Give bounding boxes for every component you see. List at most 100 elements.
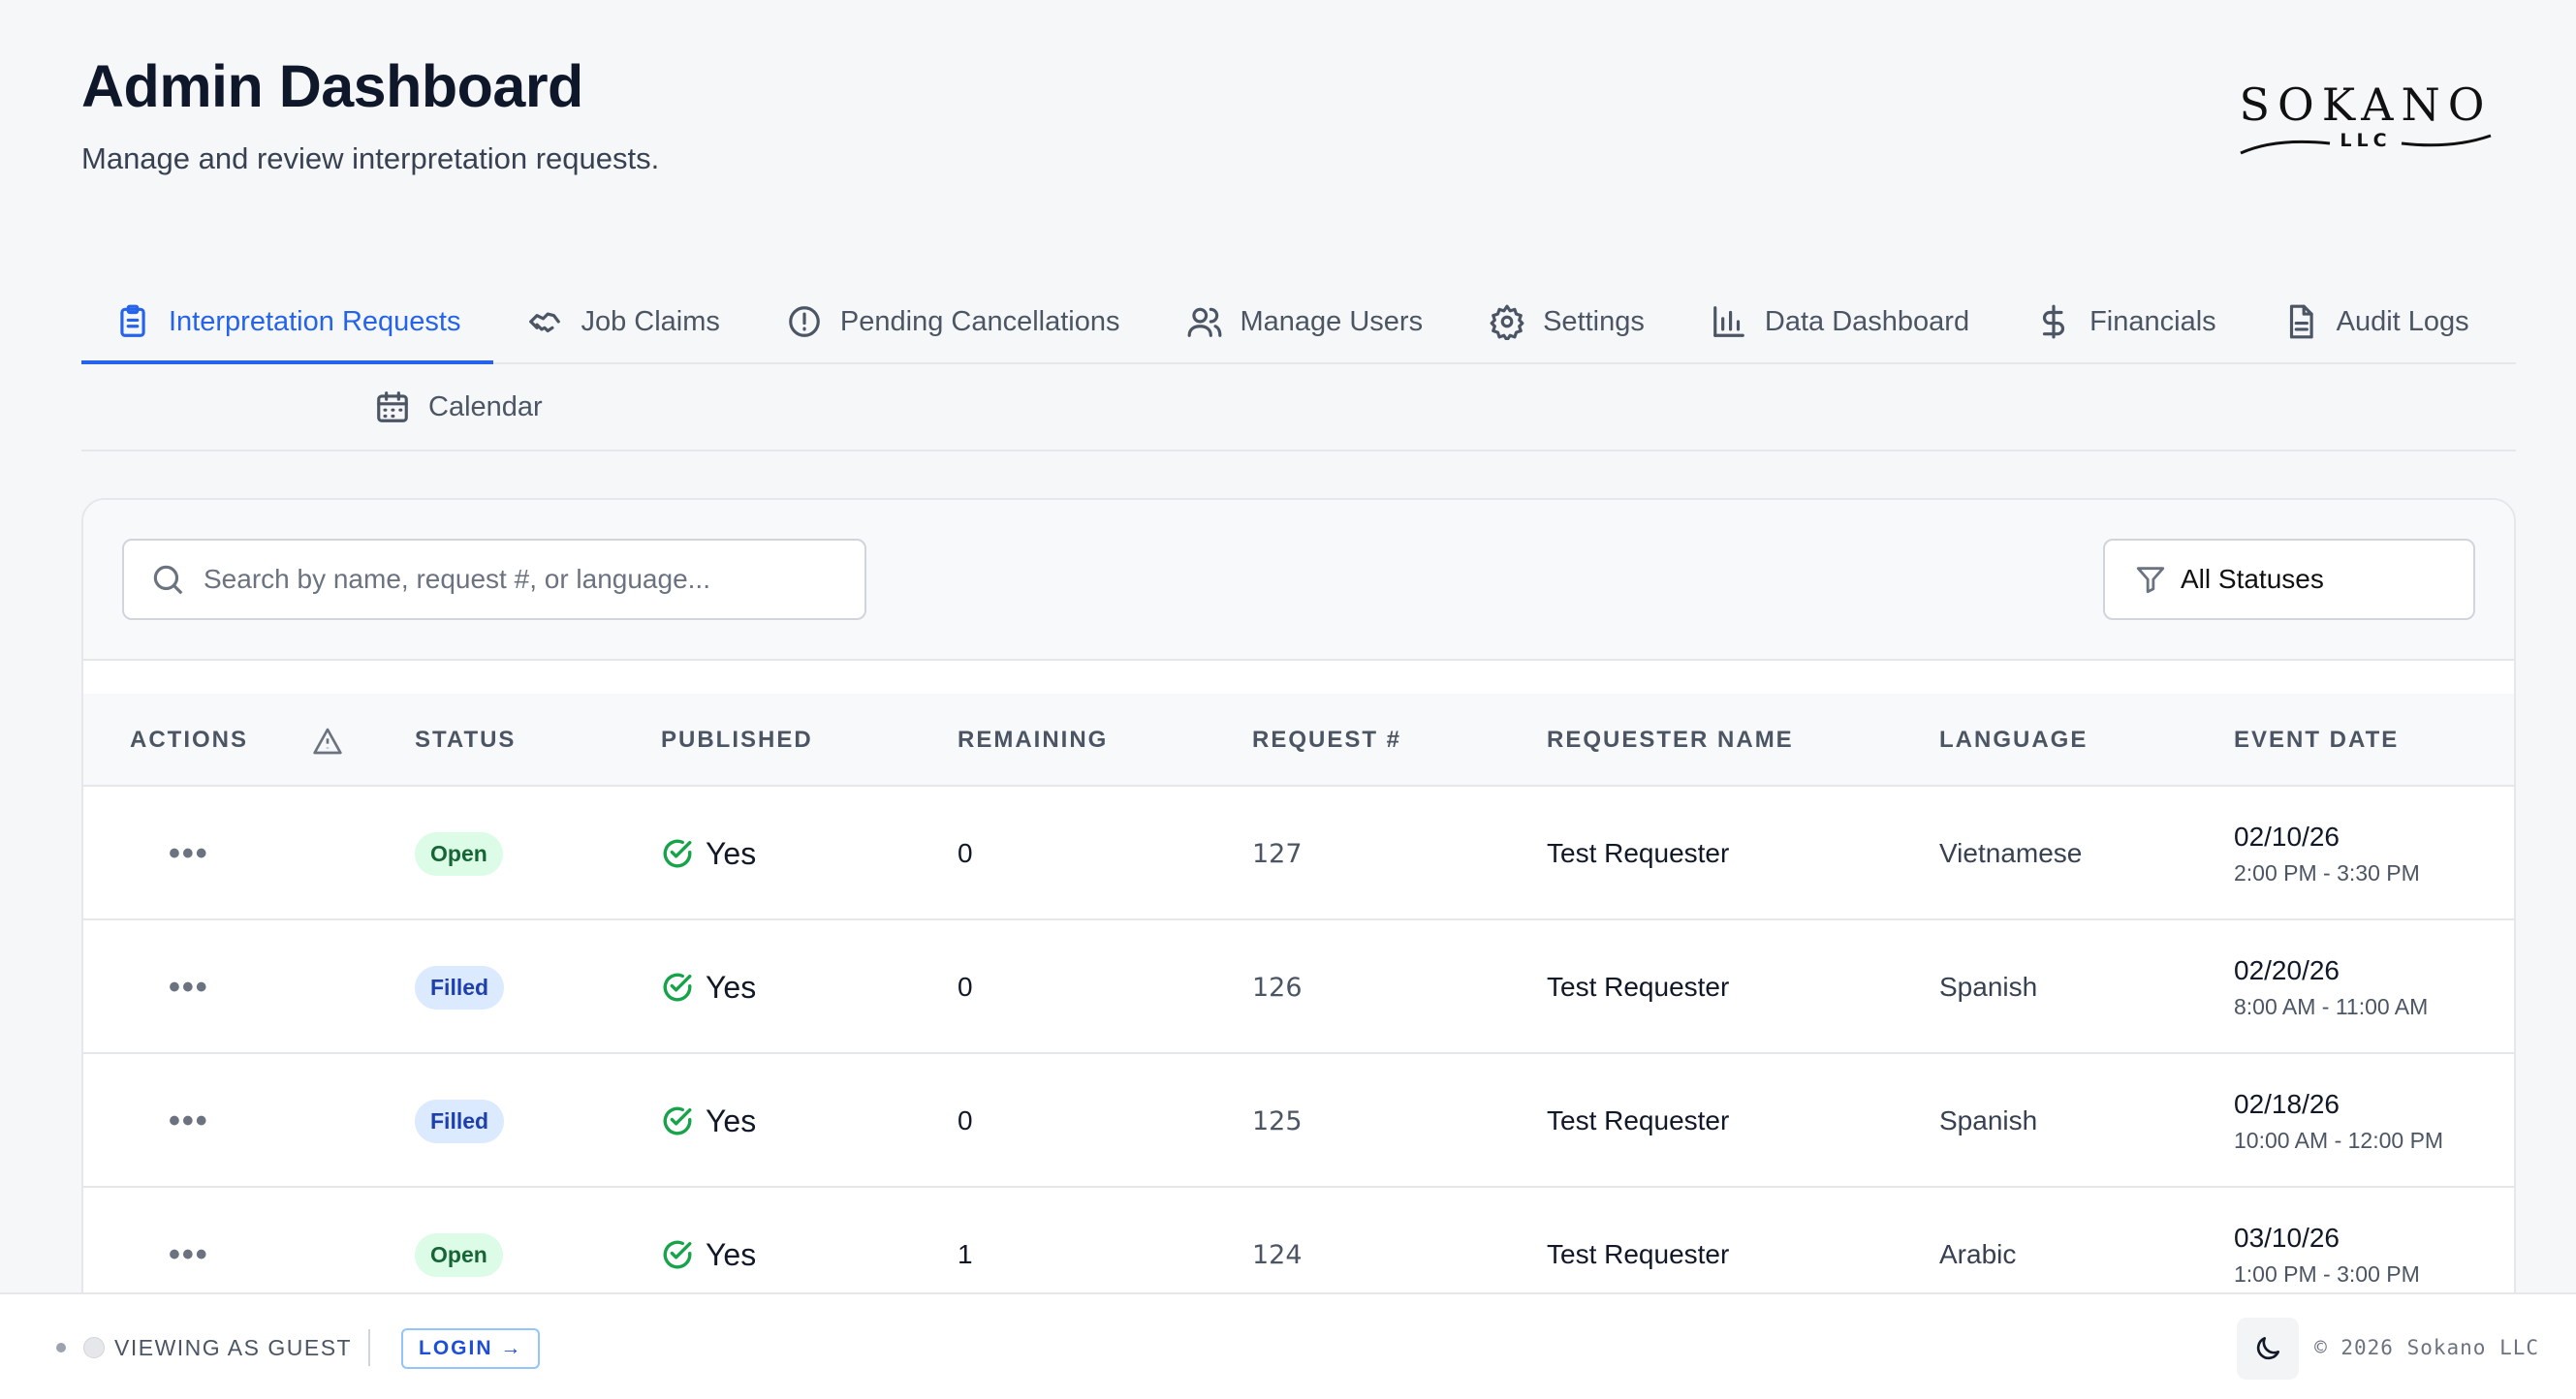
column-header-request-number: REQUEST # [1252,727,1402,753]
table-row[interactable]: ••• Filled Yes 0 126 Test Requester Span… [83,920,2514,1054]
tab-data-dashboard[interactable]: Data Dashboard [1678,281,2002,362]
column-header-remaining: REMAINING [958,727,1109,753]
guest-label: VIEWING AS GUEST [114,1334,353,1360]
check-circle-icon [663,973,692,1002]
row-actions-button[interactable]: ••• [169,1236,209,1274]
warning-icon [313,728,342,754]
event-date-time: 8:00 AM - 11:00 AM [2234,993,2429,1019]
tab-label: Data Dashboard [1764,305,1970,337]
published-value: Yes [706,969,757,1005]
event-date-time: 1:00 PM - 3:00 PM [2234,1260,2420,1287]
tab-label: Settings [1543,305,1645,337]
published-value: Yes [706,1236,757,1272]
tab-label: Audit Logs [2336,305,2469,337]
tab-label: Calendar [428,390,543,422]
search-box[interactable] [122,539,866,620]
column-header-alert [312,694,343,787]
table-header: ACTIONS STATUS PUBLISHED REMAINING REQUE… [83,694,2514,787]
footer-divider [368,1329,370,1366]
table-toolbar: All Statuses [83,500,2514,661]
event-date-day: 03/10/26 [2234,1222,2340,1253]
event-date-time: 10:00 AM - 12:00 PM [2234,1127,2444,1153]
tab-label: Interpretation Requests [169,305,461,337]
check-circle-icon [663,839,692,868]
published-value: Yes [706,1103,757,1138]
column-header-language: LANGUAGE [1939,727,2089,753]
tab-label: Pending Cancellations [839,305,1120,337]
status-badge: Open [415,1232,503,1277]
column-header-event-date: EVENT DATE [2234,727,2400,753]
filter-icon [2136,567,2165,594]
requests-card: All Statuses ACTIONS STATUS PUBLISHED RE… [81,498,2516,1399]
gear-icon [1490,304,1524,340]
status-badge: Filled [415,1099,505,1143]
logo-subtext: LLC [2340,130,2392,151]
remaining-value: 0 [958,838,973,868]
tab-job-claims[interactable]: Job Claims [493,281,752,362]
table-row[interactable]: ••• Open Yes 0 127 Test Requester Vietna… [83,787,2514,920]
tab-calendar[interactable]: Calendar [341,364,576,450]
request-number: 125 [1252,1105,1303,1136]
theme-toggle-button[interactable] [2237,1318,2299,1380]
published-value: Yes [706,835,757,871]
tab-pending-cancellations[interactable]: Pending Cancellations [753,281,1153,362]
footer-bar: VIEWING AS GUEST LOGIN → © 2026 Sokano L… [0,1292,2576,1399]
login-button[interactable]: LOGIN → [401,1328,541,1369]
column-header-published: PUBLISHED [661,727,813,753]
tab-audit-logs[interactable]: Audit Logs [2249,281,2502,362]
table-row[interactable]: ••• Filled Yes 0 125 Test Requester Span… [83,1054,2514,1188]
event-date: 02/10/26 2:00 PM - 3:30 PM [2234,787,2420,920]
event-date-day: 02/20/26 [2234,954,2340,985]
column-header-status: STATUS [415,727,517,753]
page-subtitle: Manage and review interpretation request… [81,141,660,175]
status-filter-value: All Statuses [2181,564,2324,594]
event-date-day: 02/10/26 [2234,821,2340,852]
status-badge: Filled [415,965,505,1010]
tab-label: Financials [2089,305,2216,337]
clipboard-icon [120,304,145,337]
request-number: 127 [1252,838,1303,869]
dollar-icon [2042,304,2065,339]
tab-interpretation-requests[interactable]: Interpretation Requests [81,281,494,364]
language-value: Spanish [1939,1105,2038,1135]
alert-circle-icon [789,306,820,337]
column-header-requester-name: REQUESTER NAME [1547,727,1794,753]
requester-name: Test Requester [1547,1105,1730,1135]
status-badge: Open [415,831,503,876]
row-actions-button[interactable]: ••• [169,1103,209,1140]
requester-name: Test Requester [1547,838,1730,868]
requester-name: Test Requester [1547,972,1730,1002]
page-title: Admin Dashboard [81,53,583,119]
logo-text: SOKANO [2239,78,2493,131]
moon-icon [2256,1337,2279,1360]
event-date-day: 02/18/26 [2234,1088,2340,1119]
handshake-icon [529,312,561,333]
tab-label: Job Claims [581,305,720,337]
company-logo: SOKANO LLC [2237,81,2495,159]
page-header: Admin Dashboard Manage and review interp… [81,52,659,176]
language-value: Vietnamese [1939,838,2083,868]
check-circle-icon [663,1106,692,1135]
status-dot-icon [56,1343,66,1352]
search-input[interactable] [204,564,824,595]
language-value: Spanish [1939,972,2038,1002]
row-actions-button[interactable]: ••• [169,969,209,1007]
column-header-actions: ACTIONS [130,727,248,753]
copyright-text: © 2026 Sokano LLC [2314,1336,2539,1359]
users-icon [1187,307,1221,337]
remaining-value: 0 [958,1105,973,1135]
remaining-value: 0 [958,972,973,1002]
bar-chart-icon [1713,306,1744,337]
tab-financials[interactable]: Financials [2002,281,2249,362]
main-tabs: Interpretation Requests Job Claims Pendi… [81,281,2516,451]
status-filter-select[interactable]: All Statuses [2103,539,2475,620]
tab-manage-users[interactable]: Manage Users [1153,281,1457,362]
event-date: 02/20/26 8:00 AM - 11:00 AM [2234,920,2428,1054]
row-actions-button[interactable]: ••• [169,835,209,873]
calendar-icon [377,391,408,422]
search-icon [153,565,183,595]
event-date-time: 2:00 PM - 3:30 PM [2234,859,2420,886]
event-date: 02/18/26 10:00 AM - 12:00 PM [2234,1054,2443,1188]
tab-settings[interactable]: Settings [1456,281,1678,362]
tab-label: Manage Users [1240,305,1424,337]
